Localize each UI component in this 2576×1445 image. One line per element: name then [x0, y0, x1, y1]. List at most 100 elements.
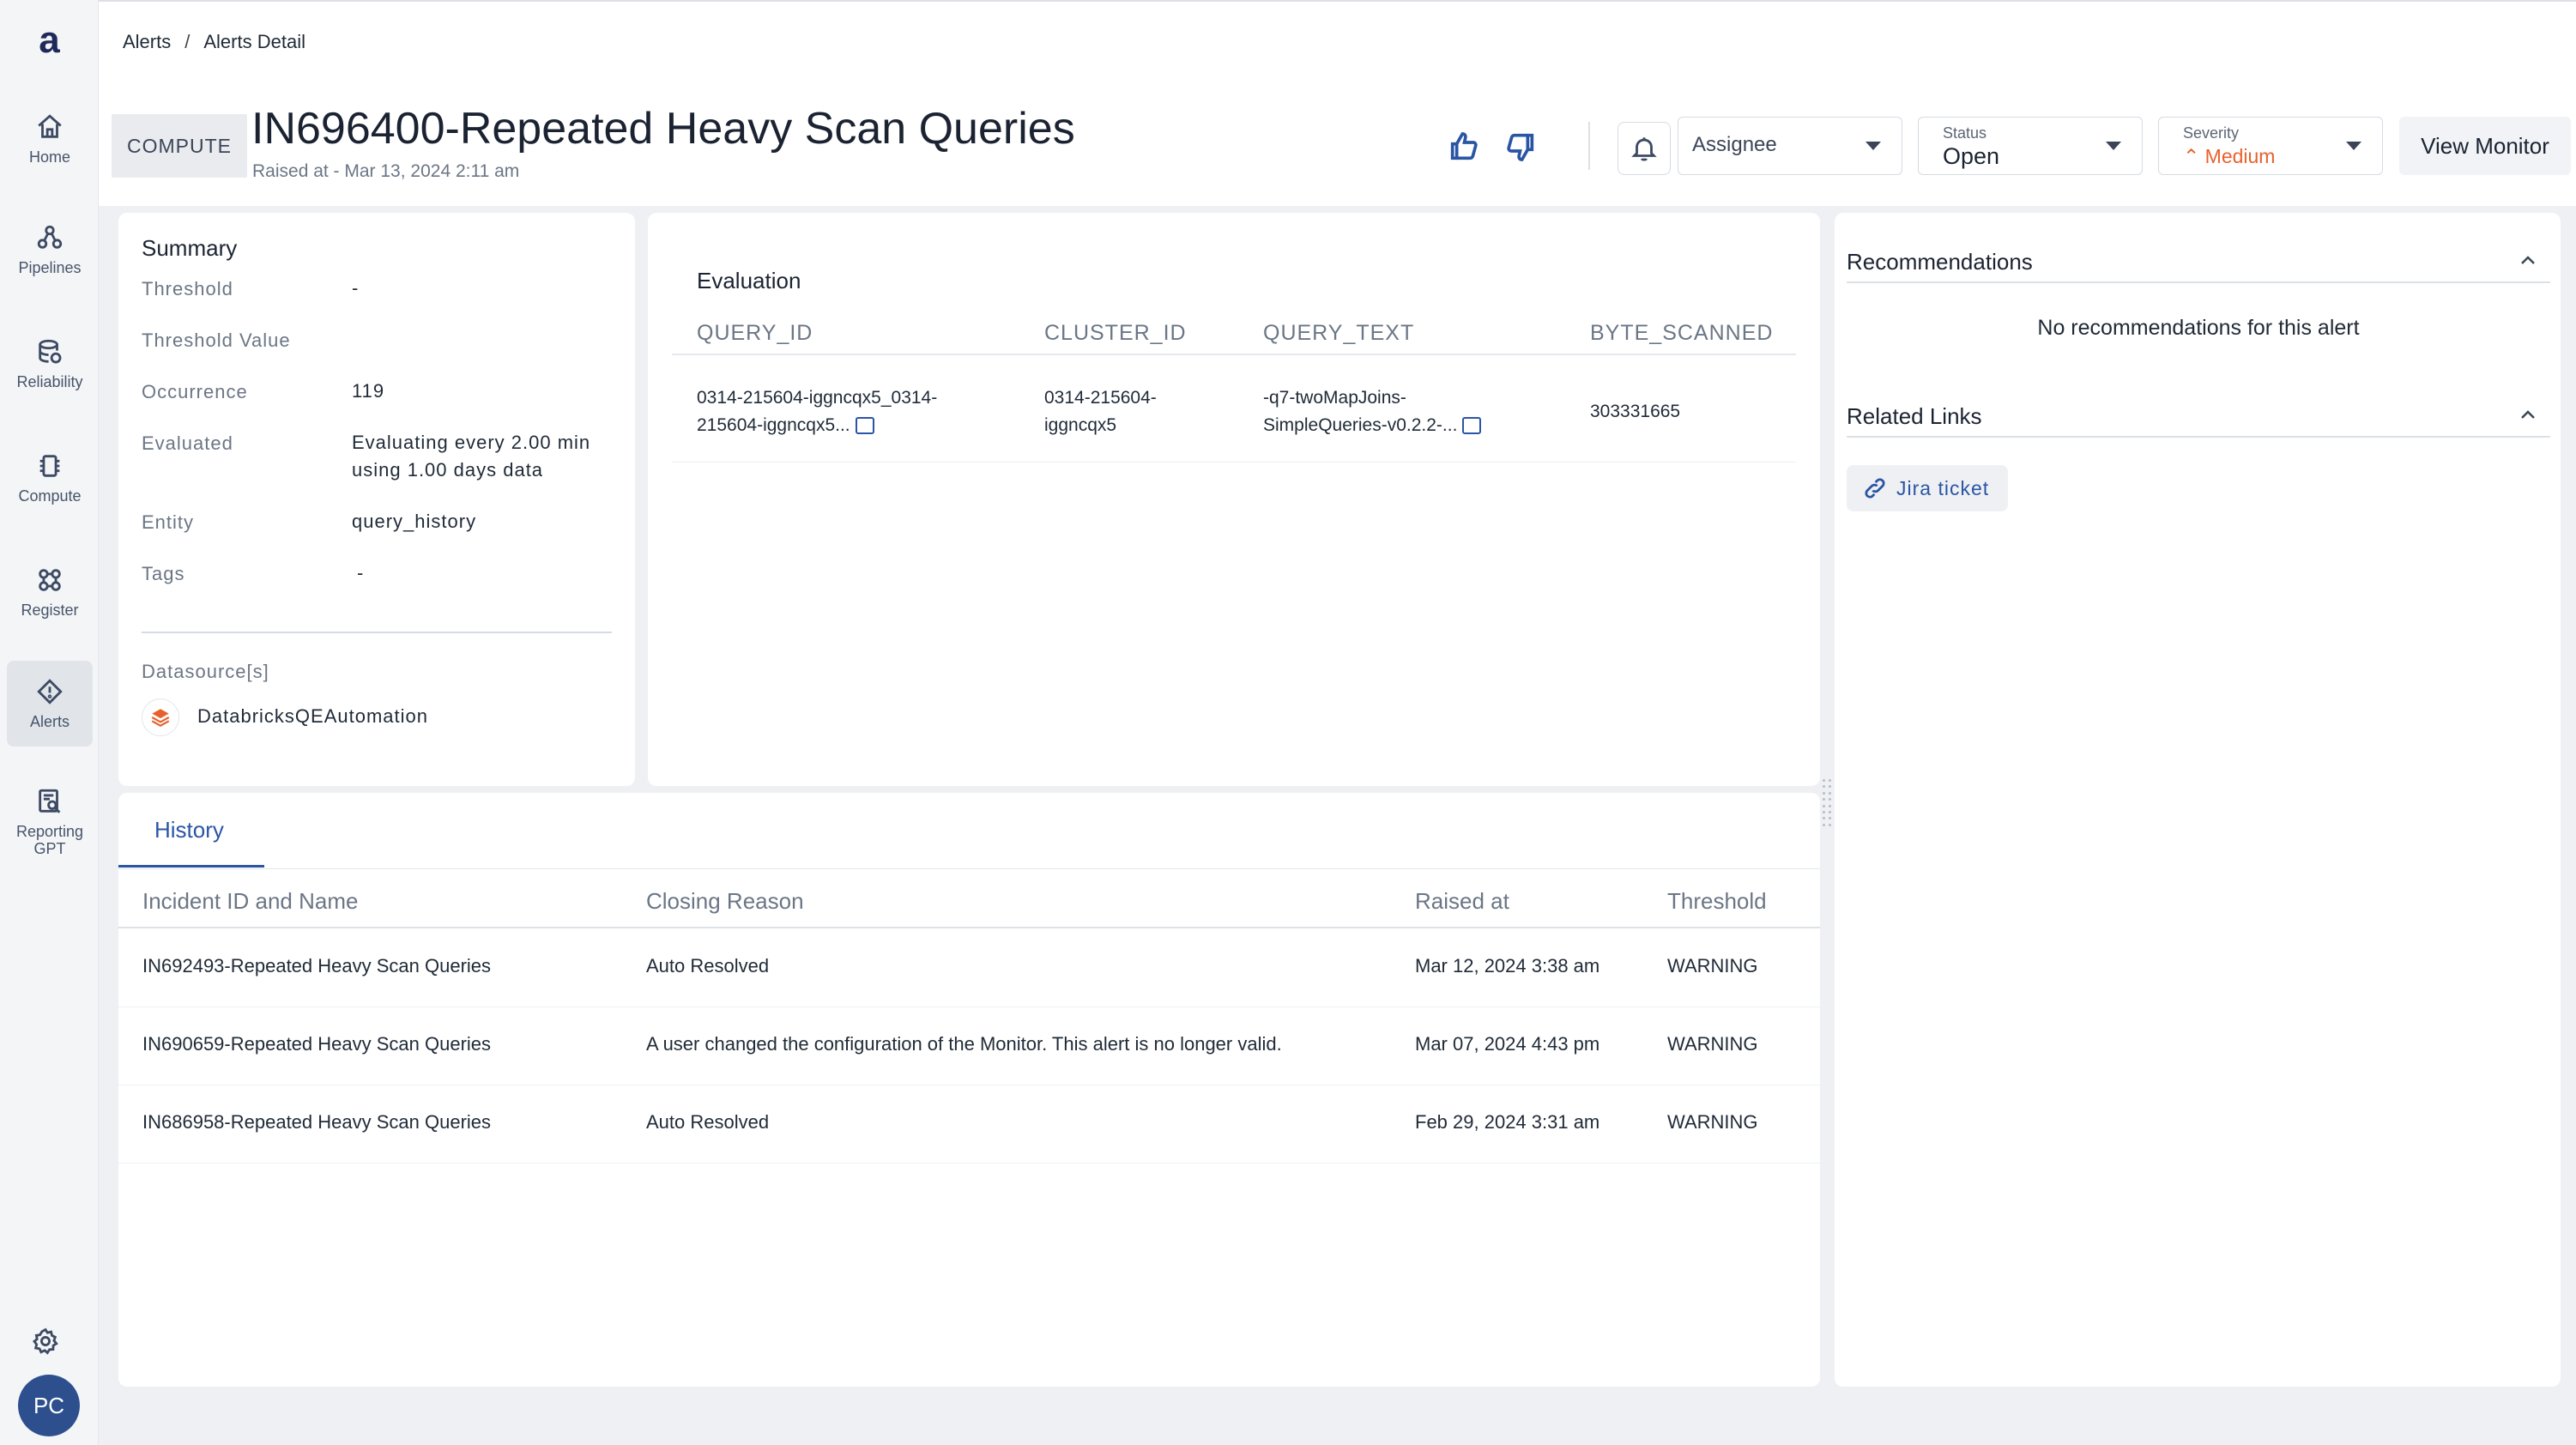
column-header-closing-reason: Closing Reason: [646, 888, 804, 914]
category-chip: COMPUTE: [112, 114, 247, 178]
breadcrumb-separator: /: [184, 31, 190, 52]
copy-icon[interactable]: [855, 417, 874, 435]
table-row[interactable]: IN686958-Repeated Heavy Scan Queries Aut…: [118, 1085, 1820, 1164]
nav-item-home[interactable]: Home: [7, 96, 93, 182]
nav-label-reliability: Reliability: [16, 373, 83, 390]
query-text-line-2: SimpleQueries-v0.2.2-...: [1263, 415, 1458, 435]
column-header-threshold: Threshold: [1667, 888, 1767, 914]
column-header-raised-at: Raised at: [1415, 888, 1509, 914]
column-header-cluster-id: CLUSTER_ID: [1044, 321, 1187, 345]
recommendations-title: Recommendations: [1847, 249, 2033, 275]
home-icon: [38, 114, 62, 138]
thumbs-down-button[interactable]: [1499, 125, 1542, 168]
nav-item-register[interactable]: Register: [7, 549, 93, 635]
raised-at: Feb 29, 2024 3:31 am: [1415, 1111, 1600, 1133]
incident-name[interactable]: IN686958-Repeated Heavy Scan Queries: [142, 1111, 491, 1134]
chevron-up-icon[interactable]: [2518, 251, 2538, 271]
history-card: History Incident ID and Name Closing Rea…: [118, 793, 1820, 1387]
page-header: Alerts / Alerts Detail COMPUTE IN696400-…: [99, 0, 2576, 206]
jira-ticket-link[interactable]: Jira ticket: [1847, 465, 2009, 511]
query-text-line-1: -q7-twoMapJoins-: [1263, 388, 1406, 408]
evaluation-table-bottom-border: [672, 462, 1796, 463]
no-recommendations-text: No recommendations for this alert: [2037, 316, 2360, 340]
nav-label-compute: Compute: [18, 487, 82, 505]
severity-dropdown[interactable]: Severity ⌃ Medium: [2158, 117, 2383, 175]
breadcrumb-root[interactable]: Alerts: [123, 31, 171, 53]
column-header-query-text: QUERY_TEXT: [1263, 321, 1415, 345]
jira-ticket-label: Jira ticket: [1896, 476, 1990, 499]
cluster-id-line-2: iggncqx5: [1044, 415, 1117, 435]
status-dropdown[interactable]: Status Open: [1918, 117, 2143, 175]
evaluation-card: Evaluation QUERY_ID CLUSTER_ID QUERY_TEX…: [648, 213, 1820, 786]
chevron-up-icon[interactable]: [2518, 405, 2538, 426]
pipelines-icon: [37, 225, 63, 249]
nav-label-pipelines: Pipelines: [18, 259, 82, 276]
bell-icon: [1631, 137, 1657, 161]
query-id-line-1: 0314-215604-iggncqx5_0314-: [697, 388, 938, 408]
table-row[interactable]: IN690659-Repeated Heavy Scan Queries A u…: [118, 1007, 1820, 1085]
column-header-byte-scanned: BYTE_SCANNED: [1590, 321, 1774, 345]
table-row[interactable]: IN692493-Repeated Heavy Scan Queries Aut…: [118, 929, 1820, 1007]
nav-item-alerts[interactable]: Alerts: [7, 661, 93, 747]
chevron-down-icon: [2346, 142, 2361, 150]
header-divider: [1588, 122, 1590, 170]
evaluation-table-header: QUERY_ID CLUSTER_ID QUERY_TEXT BYTE_SCAN…: [672, 309, 1796, 355]
summary-label-entity: Entity: [142, 511, 195, 533]
summary-card: Summary Threshold - Threshold Value Occu…: [118, 213, 635, 786]
report-search-icon: [39, 789, 61, 813]
view-monitor-button[interactable]: View Monitor: [2399, 117, 2571, 175]
related-links-section-header[interactable]: Related Links: [1847, 393, 2550, 438]
nav-item-pipelines[interactable]: Pipelines: [7, 207, 93, 293]
tab-history-indicator: [118, 865, 264, 868]
breadcrumb-current: Alerts Detail: [203, 31, 305, 52]
incident-name[interactable]: IN692493-Repeated Heavy Scan Queries: [142, 955, 491, 977]
thumbs-up-button[interactable]: [1442, 125, 1485, 168]
raised-at: Mar 07, 2024 4:43 pm: [1415, 1033, 1600, 1055]
app-logo[interactable]: a: [0, 17, 99, 63]
nav-label-alerts: Alerts: [29, 713, 70, 730]
chevron-down-icon: [1865, 142, 1881, 150]
nav-item-reporting-gpt[interactable]: Reporting GPT: [7, 771, 93, 874]
copy-icon[interactable]: [1462, 417, 1482, 435]
left-nav: a Home Pipelines Reliability Compute Reg…: [0, 0, 99, 1445]
threshold-level: WARNING: [1667, 1033, 1758, 1055]
threshold-level: WARNING: [1667, 1111, 1758, 1133]
assignee-placeholder: Assignee: [1692, 133, 1777, 156]
tab-history[interactable]: History: [154, 817, 224, 843]
datasource-name[interactable]: DatabricksQEAutomation: [197, 705, 428, 728]
assignee-dropdown[interactable]: Assignee: [1678, 117, 1902, 175]
nav-label-register: Register: [21, 602, 79, 619]
severity-caption: Severity: [2183, 124, 2240, 142]
cell-query-id: 0314-215604-iggncqx5_0314- 215604-iggncq…: [697, 384, 1023, 439]
summary-label-occurrence: Occurrence: [142, 381, 248, 402]
severity-value: ⌃ Medium: [2183, 145, 2276, 167]
right-panel: Recommendations No recommendations for t…: [1835, 213, 2561, 1387]
summary-label-tags: Tags: [142, 563, 185, 584]
recommendations-section-header[interactable]: Recommendations: [1847, 239, 2550, 283]
summary-label-evaluated: Evaluated: [142, 432, 233, 454]
column-header-incident: Incident ID and Name: [142, 888, 359, 914]
resize-handle[interactable]: [1823, 779, 1833, 827]
summary-value-entity: query_history: [352, 511, 477, 532]
incident-name[interactable]: IN690659-Repeated Heavy Scan Queries: [142, 1033, 491, 1055]
thumbs-up-icon: [1450, 132, 1478, 160]
history-table-header: Incident ID and Name Closing Reason Rais…: [118, 868, 1820, 928]
register-icon: [39, 569, 61, 591]
evaluation-title: Evaluation: [697, 268, 801, 293]
page-title: IN696400-Repeated Heavy Scan Queries: [251, 104, 1075, 154]
summary-value-occurrence: 119: [352, 380, 385, 402]
subscribe-button[interactable]: [1618, 122, 1671, 175]
summary-divider: [142, 632, 612, 633]
settings-button[interactable]: [31, 1327, 65, 1361]
evaluation-table: QUERY_ID CLUSTER_ID QUERY_TEXT BYTE_SCAN…: [672, 309, 1796, 463]
summary-value-tags: -: [357, 562, 365, 583]
alert-icon: [37, 679, 63, 704]
datasource-title: Datasource[s]: [142, 661, 269, 682]
status-caption: Status: [1943, 124, 1987, 142]
nav-item-reliability[interactable]: Reliability: [7, 321, 93, 407]
avatar[interactable]: PC: [18, 1375, 80, 1436]
gear-icon: [33, 1327, 58, 1355]
closing-reason: A user changed the configuration of the …: [646, 1033, 1282, 1055]
summary-value-threshold: -: [352, 277, 360, 299]
nav-item-compute[interactable]: Compute: [7, 435, 93, 521]
